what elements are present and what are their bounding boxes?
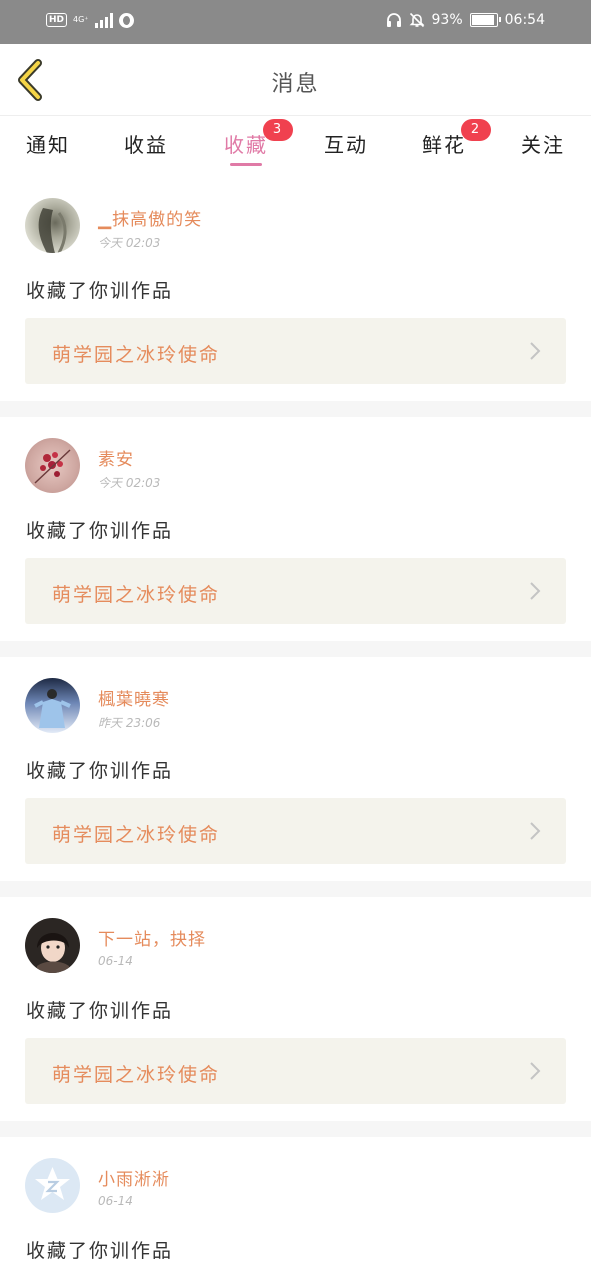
default-star-icon xyxy=(35,1167,70,1200)
user-name[interactable]: 下一站，抉择 xyxy=(98,925,206,950)
user-name[interactable]: 小雨淅淅 xyxy=(98,1165,170,1190)
message-time: 今天 02:03 xyxy=(98,236,161,250)
message-text: 收藏了你训作品 xyxy=(26,520,174,542)
bell-muted-icon xyxy=(409,12,424,28)
divider xyxy=(0,401,591,417)
status-bar-right: 93% 06:54 xyxy=(386,12,545,28)
work-title: 萌学园之冰玲使命 xyxy=(52,824,221,846)
work-link[interactable]: 萌学园之冰玲使命 xyxy=(25,1038,566,1104)
message-time: 06-14 xyxy=(98,1194,133,1208)
work-title: 萌学园之冰玲使命 xyxy=(52,584,221,606)
headset-icon xyxy=(386,13,401,27)
divider xyxy=(0,1121,591,1137)
clock: 06:54 xyxy=(504,12,545,28)
battery-percent: 93% xyxy=(431,12,463,28)
chevron-right-icon xyxy=(530,1062,541,1080)
tab-notifications[interactable]: 通知 xyxy=(8,129,88,158)
message-time: 今天 02:03 xyxy=(98,476,161,490)
page-header: 消息 xyxy=(0,44,591,116)
active-tab-indicator xyxy=(230,163,262,166)
tab-label: 鲜花 xyxy=(422,133,466,157)
status-bar-left: HD 4G⁺ xyxy=(46,12,134,28)
divider xyxy=(0,641,591,657)
favorites-feed: ▁抹高傲的笑 今天 02:03 收藏了你训作品 萌学园之冰玲使命 素安 今天 0… xyxy=(0,177,591,1277)
message-text: 收藏了你训作品 xyxy=(26,760,174,782)
message-time: 昨天 23:06 xyxy=(98,716,161,730)
message-tabs: 通知 收益 收藏 3 互动 鲜花 2 关注 xyxy=(0,117,591,177)
girl-portrait-icon xyxy=(37,933,69,973)
chevron-right-icon xyxy=(530,822,541,840)
status-bar: HD 4G⁺ 93% 06:54 xyxy=(0,0,591,44)
user-name[interactable]: 楓葉曉寒 xyxy=(98,685,170,710)
page-title: 消息 xyxy=(271,72,320,97)
chevron-right-icon xyxy=(530,582,541,600)
message-card: ▁抹高傲的笑 今天 02:03 收藏了你训作品 萌学园之冰玲使命 xyxy=(0,177,591,401)
user-name[interactable]: 素安 xyxy=(98,445,134,470)
message-time: 06-14 xyxy=(98,954,133,968)
gray-photo-icon xyxy=(38,208,67,253)
work-title: 萌学园之冰玲使命 xyxy=(52,344,221,366)
vpn-globe-icon xyxy=(118,12,134,28)
tab-label: 收益 xyxy=(124,133,168,157)
work-link[interactable]: 萌学园之冰玲使命 xyxy=(25,558,566,624)
unread-badge: 2 xyxy=(461,119,491,141)
tab-label: 通知 xyxy=(26,133,70,157)
battery-icon xyxy=(469,13,501,27)
tab-interactions[interactable]: 互动 xyxy=(306,129,386,158)
message-card: 素安 今天 02:03 收藏了你训作品 萌学园之冰玲使命 xyxy=(0,417,591,641)
tab-label: 关注 xyxy=(521,133,565,157)
tab-label: 互动 xyxy=(324,133,368,157)
plum-blossom-icon xyxy=(34,449,71,484)
user-avatar[interactable] xyxy=(25,198,80,253)
unread-badge: 3 xyxy=(263,119,293,141)
network-type: 4G⁺ xyxy=(73,15,89,24)
signal-bars-icon xyxy=(94,12,113,28)
tab-favorites[interactable]: 收藏 3 xyxy=(206,119,293,166)
divider xyxy=(0,881,591,897)
tab-following[interactable]: 关注 xyxy=(503,129,583,158)
user-name[interactable]: ▁抹高傲的笑 xyxy=(98,205,202,230)
work-link[interactable]: 萌学园之冰玲使命 xyxy=(25,318,566,384)
message-text: 收藏了你训作品 xyxy=(26,1000,174,1022)
user-avatar[interactable] xyxy=(25,438,80,493)
tab-earnings[interactable]: 收益 xyxy=(106,129,186,158)
user-avatar[interactable] xyxy=(25,1158,80,1213)
user-avatar[interactable] xyxy=(25,918,80,973)
message-card: 下一站，抉择 06-14 收藏了你训作品 萌学园之冰玲使命 xyxy=(0,897,591,1121)
chevron-right-icon xyxy=(530,342,541,360)
tab-flowers[interactable]: 鲜花 2 xyxy=(404,119,491,158)
message-text: 收藏了你训作品 xyxy=(26,280,174,302)
message-card: 楓葉曉寒 昨天 23:06 收藏了你训作品 萌学园之冰玲使命 xyxy=(0,657,591,881)
tab-label: 收藏 xyxy=(224,133,268,157)
work-title: 萌学园之冰玲使命 xyxy=(52,1064,221,1086)
user-avatar[interactable] xyxy=(25,678,80,733)
message-text: 收藏了你训作品 xyxy=(26,1240,174,1262)
costume-figure-icon xyxy=(34,689,71,728)
hd-indicator: HD xyxy=(46,13,68,27)
work-link[interactable]: 萌学园之冰玲使命 xyxy=(25,798,566,864)
message-card: 小雨淅淅 06-14 收藏了你训作品 xyxy=(0,1137,591,1277)
